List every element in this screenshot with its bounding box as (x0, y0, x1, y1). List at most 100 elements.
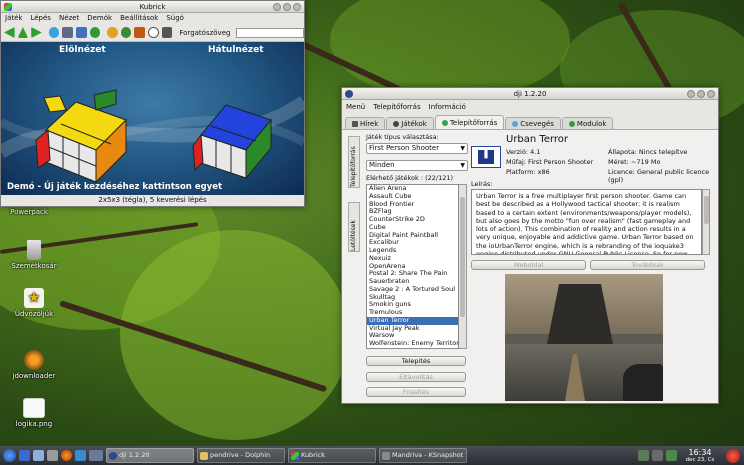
image-icon (23, 398, 45, 418)
dji-titlebar[interactable]: dji 1.2.20 (342, 88, 718, 100)
side-tab-downloads[interactable]: Letöltések (348, 202, 360, 252)
type-label: Játék típus választása: (366, 133, 439, 141)
task-label: dji 1.2.20 (119, 451, 150, 459)
kubrick-status: 2x5x3 (tégla), 5 keverési lépés (98, 196, 207, 204)
kubrick-title: Kubrick (139, 3, 166, 11)
menu-item-menu[interactable]: Menü (346, 102, 365, 113)
type-select[interactable]: First Person Shooter ▼ (366, 143, 468, 154)
undo-icon[interactable] (107, 27, 118, 38)
menu-item-settings[interactable]: Beállítások (120, 13, 158, 24)
task-label: Mandriva - KSnapshot (392, 451, 464, 459)
pager-icon[interactable] (89, 450, 103, 461)
tab-install-source[interactable]: Telepítőforrás (434, 115, 505, 129)
desktop-icon-logika[interactable]: logika.png (5, 398, 63, 428)
tab-news[interactable]: Hírek (345, 117, 386, 129)
tab-games[interactable]: Játékok (386, 117, 434, 129)
dji-tabs: Hírek Játékok Telepítőforrás Csevegés Mo… (342, 115, 718, 129)
game-list-scrollbar[interactable] (459, 184, 467, 349)
volume-icon[interactable] (652, 450, 663, 461)
game-state: Állapota: Nincs telepítve (608, 148, 688, 156)
description-label: Leírás: (471, 180, 493, 188)
more-button[interactable]: Továbbiak (590, 260, 705, 270)
reload-icon[interactable] (89, 27, 101, 38)
solve-icon[interactable] (134, 27, 146, 38)
play-icon[interactable] (148, 27, 159, 38)
maximize-button[interactable] (283, 3, 291, 11)
remove-button[interactable]: Eltávolítás (366, 372, 466, 382)
tab-label: Telepítőforrás (449, 118, 498, 127)
desktop-icon-label: Üdvözöljük (14, 310, 54, 318)
save-as-icon[interactable] (76, 27, 87, 38)
rotation-label: Forgatószöveg (179, 28, 231, 37)
network-icon[interactable] (638, 450, 649, 461)
game-platform: Platform: x86 (506, 168, 550, 176)
rotation-input[interactable] (236, 27, 305, 38)
back-arrow-icon[interactable] (4, 27, 15, 38)
dji-content: Telepítőforrás Letöltések Játék típus vá… (342, 129, 718, 403)
menu-item-demos[interactable]: Demók (87, 13, 112, 24)
clock[interactable]: 16:34 dec 23, Cs (681, 448, 719, 463)
close-button[interactable] (293, 3, 301, 11)
app-menu-icon[interactable] (3, 449, 16, 462)
game-list[interactable]: Alien Arena Assault Cube Blood Frontier BZF… (366, 184, 459, 349)
new-game-icon[interactable] (48, 27, 60, 38)
clock-time: 16:34 (688, 448, 712, 457)
step-icon[interactable] (161, 27, 173, 38)
save-icon[interactable] (62, 27, 74, 38)
tab-modules[interactable]: Modulok (561, 117, 614, 129)
filter-select[interactable]: Minden ▼ (366, 160, 468, 171)
desktop-icon-label: Szemétkosár (11, 262, 57, 270)
up-arrow-icon[interactable] (17, 27, 29, 38)
menu-item-help[interactable]: Súgó (166, 13, 184, 24)
dji-app-icon (345, 90, 353, 98)
game-name: Urban Terror (506, 134, 569, 145)
kubrick-canvas[interactable]: Elölnézet Hátulnézet Demó - Új játék kez… (1, 42, 304, 195)
task-kubrick[interactable]: Kubrick (288, 448, 376, 463)
kubrick-app-icon (4, 3, 12, 11)
menu-item-move[interactable]: Lépés (30, 13, 50, 24)
game-list-item[interactable]: Wolfenstein: Enemy Territory (367, 339, 458, 348)
back-view-label: Hátulnézet (208, 45, 264, 55)
minimize-button[interactable] (273, 3, 281, 11)
firefox-icon[interactable] (61, 450, 72, 461)
side-tab-install-source[interactable]: Telepítőforrás (348, 136, 360, 188)
task-dji[interactable]: dji 1.2.20 (106, 448, 194, 463)
tab-chat[interactable]: Csevegés (505, 117, 561, 129)
website-button[interactable]: Weboldal (471, 260, 586, 270)
install-button[interactable]: Telepítés (366, 356, 466, 366)
redo-icon[interactable] (120, 27, 132, 38)
demo-text: Demó - Új játék kezdéséhez kattintson eg… (7, 182, 223, 192)
desktop-icon-trash[interactable]: Szemétkosár (5, 240, 63, 270)
game-screenshot (505, 274, 663, 401)
menu-item-info[interactable]: Információ (429, 102, 466, 113)
kubrick-window[interactable]: Kubrick Játék Lépés Nézet Demók Beállítá… (0, 0, 305, 207)
forward-arrow-icon[interactable] (31, 27, 42, 38)
battery-icon[interactable] (666, 450, 677, 461)
menu-item-view[interactable]: Nézet (59, 13, 79, 24)
clock-date: dec 23, Cs (685, 457, 715, 463)
task-dolphin[interactable]: pendrive - Dolphin (197, 448, 285, 463)
mail-icon[interactable] (33, 450, 44, 461)
update-button[interactable]: Frissítés (366, 387, 466, 397)
kubrick-titlebar[interactable]: Kubrick (1, 1, 304, 13)
task-ksnapshot[interactable]: Mandriva - KSnapshot (379, 448, 467, 463)
desktop-icon-jdownloader[interactable]: jdownloader (5, 350, 63, 380)
game-logo (471, 146, 501, 168)
description-scrollbar[interactable] (702, 189, 710, 255)
minimize-button[interactable] (687, 90, 695, 98)
power-icon[interactable] (726, 448, 740, 463)
dji-window[interactable]: dji 1.2.20 Menü Telepítőforrás Informáci… (341, 87, 719, 404)
menu-item-install-source[interactable]: Telepítőforrás (373, 102, 420, 113)
star-icon: ★ (24, 288, 44, 308)
back-cube (192, 104, 272, 180)
menu-item-game[interactable]: Játék (5, 13, 22, 24)
dolphin-icon[interactable] (75, 450, 86, 461)
tools-icon[interactable] (47, 450, 58, 461)
maximize-button[interactable] (697, 90, 705, 98)
scrollbar-thumb[interactable] (460, 197, 465, 317)
desktop-icon[interactable] (19, 450, 30, 461)
scrollbar-thumb[interactable] (704, 196, 709, 224)
desktop-icon-welcome[interactable]: ★ Üdvözöljük (5, 288, 63, 318)
chevron-down-icon: ▼ (460, 145, 465, 152)
close-button[interactable] (707, 90, 715, 98)
